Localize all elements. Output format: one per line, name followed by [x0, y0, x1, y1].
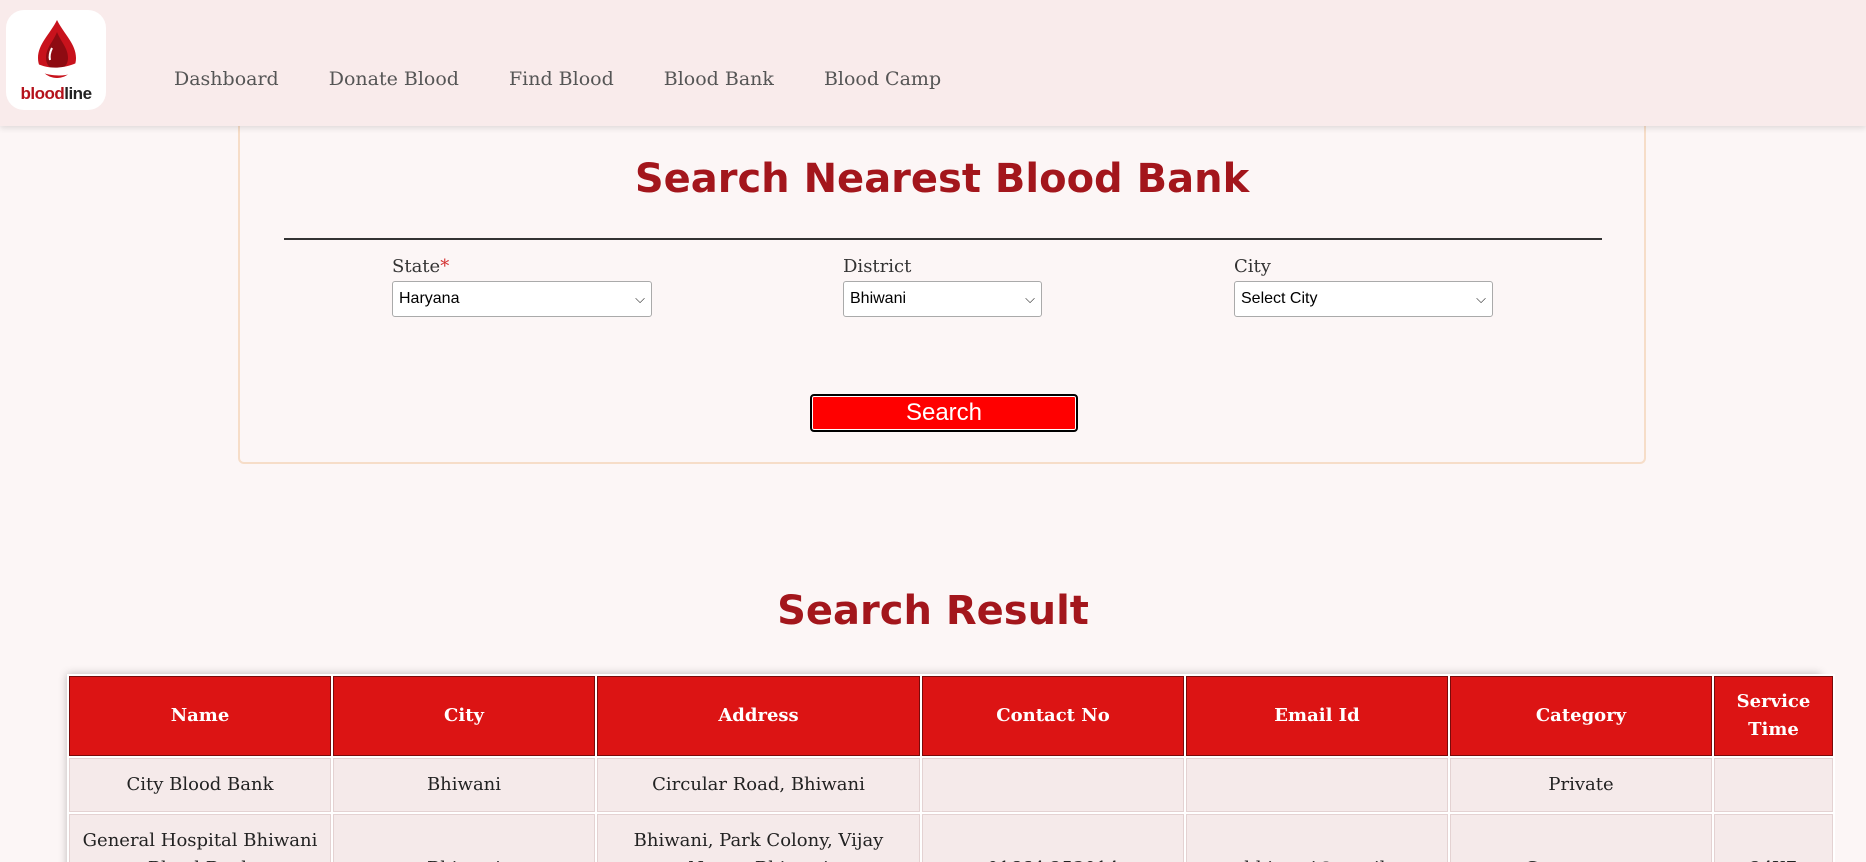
search-result-title: Search Result — [777, 588, 1089, 634]
state-select-value: Haryana — [399, 290, 460, 307]
logo-text-line: line — [64, 84, 92, 103]
cell-contact — [922, 758, 1184, 812]
results-table-container: Name City Address Contact No Email Id Ca… — [67, 674, 1835, 862]
col-header-name[interactable]: Name — [69, 676, 331, 756]
city-label: City — [1234, 256, 1271, 277]
main-nav: Dashboard Donate Blood Find Blood Blood … — [174, 68, 991, 90]
logo-wordmark: bloodline — [20, 84, 92, 104]
state-label: State* — [392, 256, 652, 277]
cell-email: pmobhiwani@gmail.com — [1186, 814, 1448, 862]
cell-address: Bhiwani, Park Colony, Vijay Nagar, Bhiwa… — [597, 814, 920, 862]
nav-blood-bank[interactable]: Blood Bank — [664, 68, 774, 90]
bloodline-logo[interactable]: bloodline — [6, 10, 106, 110]
cell-name: General Hospital Bhiwani Blood Bank — [69, 814, 331, 862]
cell-category: Government — [1450, 814, 1712, 862]
col-header-service-time[interactable]: Service Time — [1714, 676, 1833, 756]
results-table: Name City Address Contact No Email Id Ca… — [67, 674, 1835, 862]
nav-find-blood[interactable]: Find Blood — [509, 68, 614, 90]
state-select[interactable]: Haryana ⌵ — [392, 281, 652, 317]
district-field: District Bhiwani ⌵ — [843, 256, 1042, 317]
cell-city: Bhiwani — [333, 814, 595, 862]
cell-service-time — [1714, 758, 1833, 812]
top-header: bloodline Dashboard Donate Blood Find Bl… — [0, 0, 1866, 126]
table-header-row: Name City Address Contact No Email Id Ca… — [69, 676, 1833, 756]
table-row: City Blood Bank Bhiwani Circular Road, B… — [69, 758, 1833, 812]
search-panel: Search Nearest Blood Bank State* Haryana… — [238, 118, 1646, 464]
district-select[interactable]: Bhiwani ⌵ — [843, 281, 1042, 317]
search-button[interactable]: Search — [810, 394, 1078, 432]
col-header-city[interactable]: City — [333, 676, 595, 756]
col-header-category[interactable]: Category — [1450, 676, 1712, 756]
logo-text-blood: blood — [20, 84, 65, 103]
city-select[interactable]: Select City ⌵ — [1234, 281, 1493, 317]
chevron-down-icon: ⌵ — [635, 291, 645, 306]
district-select-value: Bhiwani — [850, 290, 907, 307]
table-row: General Hospital Bhiwani Blood Bank Bhiw… — [69, 814, 1833, 862]
cell-email — [1186, 758, 1448, 812]
col-header-email[interactable]: Email Id — [1186, 676, 1448, 756]
search-panel-title: Search Nearest Blood Bank — [634, 156, 1250, 202]
cell-service-time: 24X7 — [1714, 814, 1833, 862]
blood-drop-hand-icon — [34, 20, 81, 78]
state-field: State* Haryana ⌵ — [392, 256, 652, 317]
cell-address: Circular Road, Bhiwani — [597, 758, 920, 812]
nav-dashboard[interactable]: Dashboard — [174, 68, 279, 90]
city-field: City Select City ⌵ — [1234, 256, 1493, 317]
nav-donate-blood[interactable]: Donate Blood — [329, 68, 459, 90]
divider — [284, 238, 1602, 240]
chevron-down-icon: ⌵ — [1025, 291, 1035, 306]
col-header-contact[interactable]: Contact No — [922, 676, 1184, 756]
cell-city: Bhiwani — [333, 758, 595, 812]
district-label: District — [843, 256, 912, 277]
state-label-text: State — [392, 256, 441, 277]
chevron-down-icon: ⌵ — [1476, 291, 1486, 306]
col-header-address[interactable]: Address — [597, 676, 920, 756]
nav-blood-camp[interactable]: Blood Camp — [824, 68, 941, 90]
cell-contact: 01664 253014 — [922, 814, 1184, 862]
city-select-value: Select City — [1241, 290, 1318, 307]
cell-category: Private — [1450, 758, 1712, 812]
required-mark: * — [440, 256, 450, 277]
cell-name: City Blood Bank — [69, 758, 331, 812]
